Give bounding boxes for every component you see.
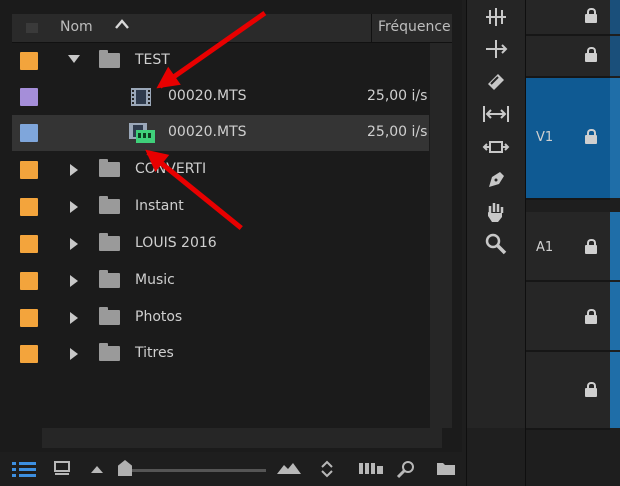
folder-icon — [99, 270, 120, 288]
zoom-large-icon[interactable] — [276, 460, 302, 479]
track-label: A1 — [536, 240, 554, 255]
clip-segment[interactable] — [610, 36, 620, 76]
project-panel: Nom Fréquence TEST 00020.MTS 25,00 i/s 0… — [0, 0, 462, 486]
search-icon[interactable] — [396, 460, 416, 484]
clip-segment[interactable] — [610, 0, 620, 34]
label-color-swatch[interactable] — [20, 235, 38, 253]
vertical-scrollbar[interactable] — [430, 43, 452, 428]
item-name[interactable]: 00020.MTS — [168, 88, 247, 104]
label-color-swatch[interactable] — [20, 88, 38, 106]
name-column-header[interactable]: Nom — [60, 19, 93, 35]
item-name[interactable]: TEST — [135, 52, 170, 68]
label-color-swatch[interactable] — [20, 161, 38, 179]
item-name[interactable]: LOUIS 2016 — [135, 235, 217, 251]
label-color-swatch[interactable] — [20, 345, 38, 363]
list-view-icon[interactable] — [12, 460, 38, 482]
slip-icon[interactable] — [481, 103, 511, 129]
zoom-icon[interactable] — [481, 232, 511, 258]
item-name[interactable]: Photos — [135, 309, 182, 325]
lock-icon[interactable] — [585, 8, 597, 23]
slide-icon[interactable] — [481, 136, 511, 162]
label-color-swatch[interactable] — [20, 52, 38, 70]
list-item[interactable]: Photos — [12, 300, 429, 336]
list-item[interactable]: 00020.MTS 25,00 i/s — [12, 115, 429, 151]
clip-segment[interactable] — [610, 282, 620, 350]
clip-segment[interactable] — [610, 352, 620, 428]
horizontal-scrollbar[interactable] — [42, 428, 442, 448]
track-select-icon[interactable] — [481, 6, 511, 32]
list-item[interactable]: Music — [12, 263, 429, 299]
clip-segment[interactable] — [610, 212, 620, 280]
list-item[interactable]: LOUIS 2016 — [12, 226, 429, 262]
track-header[interactable] — [526, 352, 610, 430]
disclosure-closed-icon[interactable] — [70, 238, 78, 250]
up-caret-icon[interactable] — [114, 18, 130, 34]
hand-icon[interactable] — [481, 200, 511, 226]
folder-icon — [99, 50, 120, 68]
timeline-track-headers: V1 A1 — [526, 0, 620, 486]
list-item[interactable]: TEST — [12, 43, 429, 79]
ripple-edit-icon[interactable] — [481, 38, 511, 64]
disclosure-open-icon[interactable] — [68, 55, 80, 63]
track-header-a1[interactable]: A1 — [526, 212, 610, 282]
zoom-slider-track[interactable] — [126, 469, 266, 472]
lock-icon[interactable] — [585, 309, 597, 324]
disclosure-closed-icon[interactable] — [70, 201, 78, 213]
item-frequency: 25,00 i/s — [367, 124, 428, 140]
label-color-swatch[interactable] — [20, 272, 38, 290]
video-clip-icon — [130, 87, 152, 111]
project-list: TEST 00020.MTS 25,00 i/s 00020.MTS 25,00… — [12, 43, 429, 428]
project-bottom-toolbar — [0, 452, 462, 486]
folder-icon — [99, 307, 120, 325]
list-item[interactable]: 00020.MTS 25,00 i/s — [12, 79, 429, 115]
folder-icon — [99, 196, 120, 214]
zoom-slider-thumb[interactable] — [118, 460, 132, 476]
column-divider[interactable] — [371, 14, 372, 42]
track-header-v1[interactable]: V1 — [526, 78, 610, 200]
lock-icon[interactable] — [585, 47, 597, 62]
folder-icon — [99, 159, 120, 177]
icon-view-icon[interactable] — [54, 460, 72, 480]
label-color-swatch[interactable] — [20, 124, 38, 142]
disclosure-closed-icon[interactable] — [70, 348, 78, 360]
frequency-column-header[interactable]: Fréquence — [378, 19, 451, 35]
item-name[interactable]: Instant — [135, 198, 184, 214]
label-color-swatch[interactable] — [20, 309, 38, 327]
lock-icon[interactable] — [585, 239, 597, 254]
label-color-swatch[interactable] — [20, 198, 38, 216]
automate-icon[interactable] — [358, 460, 384, 480]
track-header[interactable] — [526, 36, 610, 78]
item-name[interactable]: Music — [135, 272, 175, 288]
lock-icon[interactable] — [585, 129, 597, 144]
razor-icon[interactable] — [481, 70, 511, 96]
sort-icon[interactable] — [320, 460, 334, 482]
disclosure-closed-icon[interactable] — [70, 275, 78, 287]
track-label: V1 — [536, 130, 554, 145]
item-name[interactable]: Titres — [135, 345, 174, 361]
disclosure-closed-icon[interactable] — [70, 164, 78, 176]
item-name[interactable]: 00020.MTS — [168, 124, 247, 140]
tools-footer — [467, 428, 525, 486]
tools-panel — [466, 0, 526, 486]
clip-segment[interactable] — [610, 78, 620, 198]
zoom-small-icon[interactable] — [90, 460, 104, 479]
lock-icon[interactable] — [585, 382, 597, 397]
list-item[interactable]: Titres — [12, 336, 429, 372]
track-header[interactable] — [526, 0, 610, 36]
track-header[interactable] — [526, 282, 610, 352]
new-bin-icon[interactable] — [436, 460, 456, 480]
list-item[interactable]: CONVERTI — [12, 152, 429, 188]
label-column-icon[interactable] — [24, 21, 40, 35]
item-frequency: 25,00 i/s — [367, 88, 428, 104]
disclosure-closed-icon[interactable] — [70, 312, 78, 324]
pen-icon[interactable] — [481, 168, 511, 194]
folder-icon — [99, 233, 120, 251]
folder-icon — [99, 343, 120, 361]
